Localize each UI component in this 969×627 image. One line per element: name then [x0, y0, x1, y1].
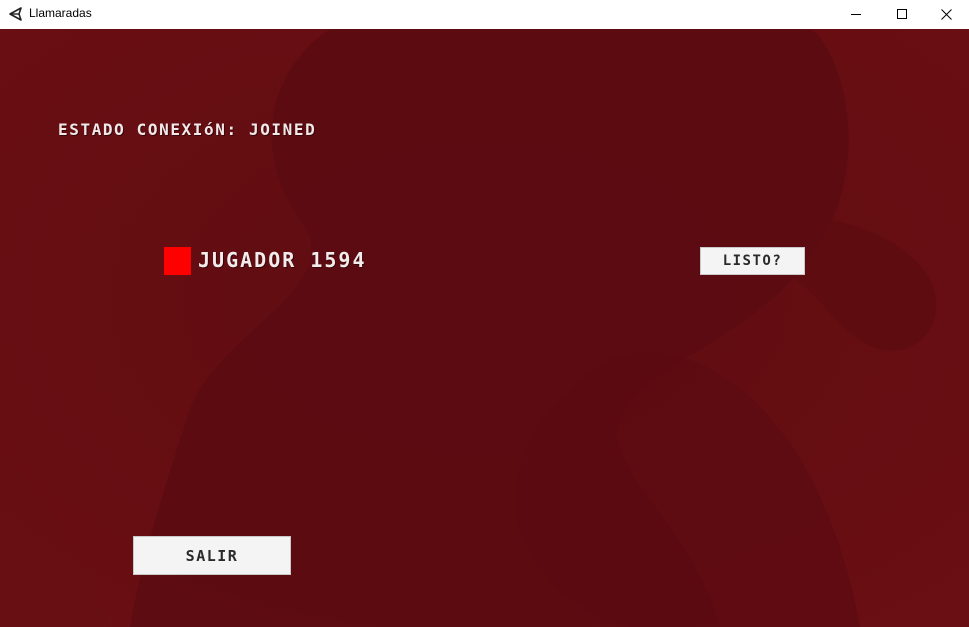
player-name-label: JUGADOR 1594 — [198, 248, 367, 272]
window-title: Llamaradas — [29, 6, 92, 20]
connection-status-label: ESTADO CONEXIóN: JOINED — [58, 120, 317, 139]
ready-button[interactable]: LISTO? — [700, 247, 805, 275]
player-color-swatch — [164, 247, 191, 275]
maximize-button[interactable] — [879, 0, 925, 28]
game-viewport: ESTADO CONEXIóN: JOINED JUGADOR 1594 LIS… — [0, 29, 969, 627]
close-icon — [940, 8, 952, 20]
unity-logo-icon — [8, 6, 24, 22]
window-titlebar: Llamaradas — [0, 0, 969, 28]
exit-button[interactable]: SALIR — [133, 536, 291, 575]
close-button[interactable] — [923, 0, 969, 28]
minimize-icon — [851, 9, 861, 19]
maximize-icon — [897, 9, 907, 19]
minimize-button[interactable] — [833, 0, 879, 28]
